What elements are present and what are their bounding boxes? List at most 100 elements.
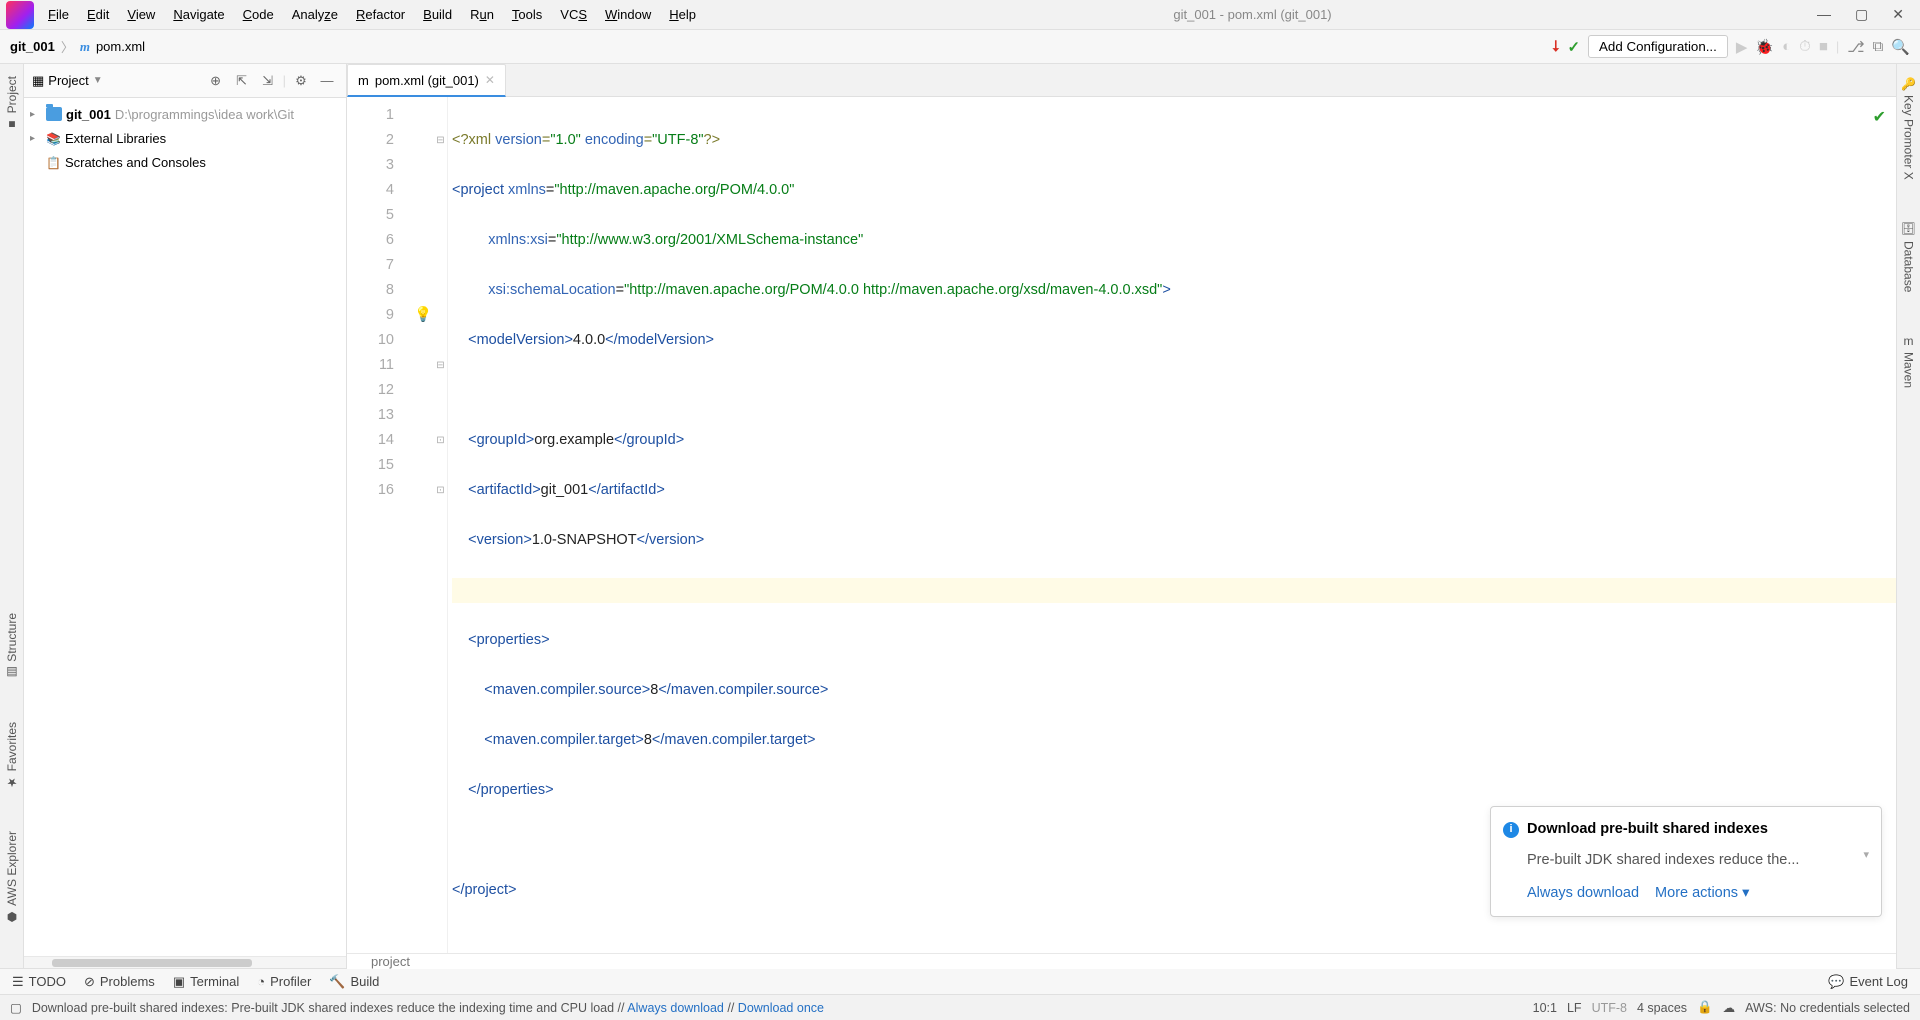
tool-tab-structure[interactable]: ▤ Structure [3, 607, 21, 686]
fold-gutter[interactable]: ⊟ ⊟ ⊡ ⊡ [434, 97, 448, 953]
menu-help[interactable]: Help [661, 3, 704, 26]
tree-item-label: External Libraries [65, 131, 166, 146]
main-menu: File Edit View Navigate Code Analyze Ref… [40, 3, 704, 26]
tool-tab-terminal[interactable]: ▣ Terminal [173, 974, 239, 990]
profile-icon[interactable]: ⏱ [1799, 38, 1811, 55]
tree-root[interactable]: ▸ git_001 D:\programmings\idea work\Git [24, 102, 346, 126]
folder-icon: ▦ [32, 73, 44, 89]
editor-tab-pom[interactable]: m pom.xml (git_001) ✕ [347, 64, 506, 97]
menu-window[interactable]: Window [597, 3, 659, 26]
notification-action-always-download[interactable]: Always download [1527, 881, 1639, 906]
vcs-commit-icon[interactable]: ✓ [1567, 38, 1580, 56]
tool-tab-profiler[interactable]: ◔ Profiler [257, 974, 311, 989]
gutter-icon-column: 💡 [412, 97, 434, 953]
editor-tabs: m pom.xml (git_001) ✕ [347, 64, 1896, 97]
breadcrumb-root[interactable]: git_001 [10, 39, 55, 54]
inspection-ok-icon[interactable]: ✔ [1873, 105, 1886, 130]
window-title: git_001 - pom.xml (git_001) [704, 7, 1801, 22]
lock-icon[interactable]: 🔒 [1697, 1000, 1713, 1015]
menu-tools[interactable]: Tools [504, 3, 550, 26]
tree-scratches[interactable]: Scratches and Consoles [24, 150, 346, 174]
editor-breadcrumb[interactable]: project [347, 953, 1896, 969]
tab-label: pom.xml (git_001) [375, 73, 479, 88]
menu-run[interactable]: Run [462, 3, 502, 26]
project-tree[interactable]: ▸ git_001 D:\programmings\idea work\Git … [24, 98, 346, 956]
info-icon: i [1503, 822, 1519, 838]
dropdown-icon[interactable]: ▼ [93, 75, 103, 86]
run-icon[interactable]: ▶ [1736, 38, 1748, 56]
scratches-icon [46, 155, 61, 170]
coverage-icon[interactable]: ◐ [1782, 38, 1791, 55]
aws-status[interactable]: AWS: No credentials selected [1745, 1001, 1910, 1015]
breadcrumb-item[interactable]: project [371, 954, 410, 969]
hide-icon[interactable]: — [316, 73, 338, 88]
menu-file[interactable]: File [40, 3, 77, 26]
breadcrumb-separator-icon: 〉 [61, 37, 74, 56]
app-logo-icon [6, 1, 34, 29]
maximize-button[interactable]: ▢ [1855, 6, 1868, 23]
tree-item-label: Scratches and Consoles [65, 155, 206, 170]
project-panel-title[interactable]: Project [48, 73, 88, 88]
left-tool-stripe: ■ Project ▤ Structure ★ Favorites ⬢ AWS … [0, 64, 24, 968]
editor[interactable]: ✔ 1234 5678 9101112 13141516 💡 ⊟ ⊟ ⊡ ⊡ <… [347, 97, 1896, 953]
indent-setting[interactable]: 4 spaces [1637, 1001, 1687, 1015]
menu-build[interactable]: Build [415, 3, 460, 26]
menu-view[interactable]: View [119, 3, 163, 26]
menu-vcs[interactable]: VCS [552, 3, 595, 26]
git-branch-icon[interactable]: ⎇ [1847, 38, 1864, 56]
module-folder-icon [46, 107, 62, 121]
tool-tab-favorites[interactable]: ★ Favorites [3, 716, 21, 795]
aws-icon[interactable]: ☁ [1723, 1000, 1736, 1015]
tree-external-libraries[interactable]: ▸ External Libraries [24, 126, 346, 150]
minimize-button[interactable]: — [1817, 6, 1831, 23]
menu-code[interactable]: Code [235, 3, 282, 26]
file-encoding[interactable]: UTF-8 [1592, 1001, 1627, 1015]
caret-position[interactable]: 10:1 [1533, 1001, 1557, 1015]
expand-arrow-icon[interactable]: ▸ [30, 109, 42, 120]
close-tab-icon[interactable]: ✕ [485, 73, 495, 87]
tool-tab-project[interactable]: ■ Project [3, 70, 21, 137]
line-number-gutter: 1234 5678 9101112 13141516 [347, 97, 412, 953]
bottom-tool-stripe: ☰ TODO ⊘ Problems ▣ Terminal ◔ Profiler … [0, 968, 1920, 994]
settings-icon[interactable]: ⚙ [290, 73, 312, 89]
menu-edit[interactable]: Edit [79, 3, 117, 26]
notification-action-more[interactable]: More actions ▾ [1655, 881, 1749, 906]
menu-analyze[interactable]: Analyze [284, 3, 346, 26]
search-everywhere-icon[interactable]: ⧉ [1873, 38, 1884, 55]
chevron-down-icon[interactable]: ▾ [1863, 843, 1869, 868]
tool-tab-database[interactable]: 🗄 Database [1900, 215, 1918, 298]
tool-tab-event-log[interactable]: 💬 Event Log [1828, 974, 1908, 990]
status-link-once[interactable]: Download once [738, 1001, 824, 1015]
tool-tab-aws-explorer[interactable]: ⬢ AWS Explorer [3, 825, 21, 930]
horizontal-scrollbar[interactable] [24, 956, 346, 968]
select-opened-file-icon[interactable]: ⊕ [205, 73, 227, 89]
line-separator[interactable]: LF [1567, 1001, 1582, 1015]
expand-all-icon[interactable]: ⇱ [231, 73, 253, 89]
vcs-update-icon[interactable]: ⭣ [1552, 38, 1559, 55]
status-link-always[interactable]: Always download [627, 1001, 724, 1015]
collapse-all-icon[interactable]: ⇲ [257, 73, 279, 89]
maven-file-icon: m [358, 73, 369, 88]
menu-refactor[interactable]: Refactor [348, 3, 413, 26]
status-bar: ▢ Download pre-built shared indexes: Pre… [0, 994, 1920, 1020]
tool-tab-build[interactable]: 🔨 Build [329, 974, 379, 990]
status-icon[interactable]: ▢ [10, 1000, 22, 1015]
debug-icon[interactable]: 🐞 [1755, 38, 1774, 56]
navigation-bar: git_001 〉 m pom.xml ⭣ ✓ Add Configuratio… [0, 30, 1920, 64]
menu-navigate[interactable]: Navigate [165, 3, 232, 26]
breadcrumb-file[interactable]: pom.xml [96, 39, 145, 54]
search-icon[interactable]: 🔍 [1891, 38, 1910, 56]
notification-body: Pre-built JDK shared indexes reduce the.… [1527, 848, 1869, 873]
close-button[interactable]: ✕ [1892, 6, 1904, 23]
project-tool-window: ▦ Project ▼ ⊕ ⇱ ⇲ | ⚙ — ▸ git_001 D:\pro… [24, 64, 347, 968]
tool-tab-problems[interactable]: ⊘ Problems [84, 974, 155, 990]
intention-bulb-icon[interactable]: 💡 [412, 303, 434, 328]
notification-popup: i Download pre-built shared indexes Pre-… [1490, 806, 1882, 917]
add-configuration-button[interactable]: Add Configuration... [1588, 35, 1728, 58]
tool-tab-maven[interactable]: m Maven [1900, 328, 1918, 394]
tool-tab-todo[interactable]: ☰ TODO [12, 974, 66, 990]
tree-root-label: git_001 [66, 107, 111, 122]
stop-icon[interactable]: ■ [1819, 38, 1828, 55]
expand-arrow-icon[interactable]: ▸ [30, 133, 42, 144]
tool-tab-key-promoter[interactable]: 🔑 Key Promoter X [1900, 70, 1918, 185]
